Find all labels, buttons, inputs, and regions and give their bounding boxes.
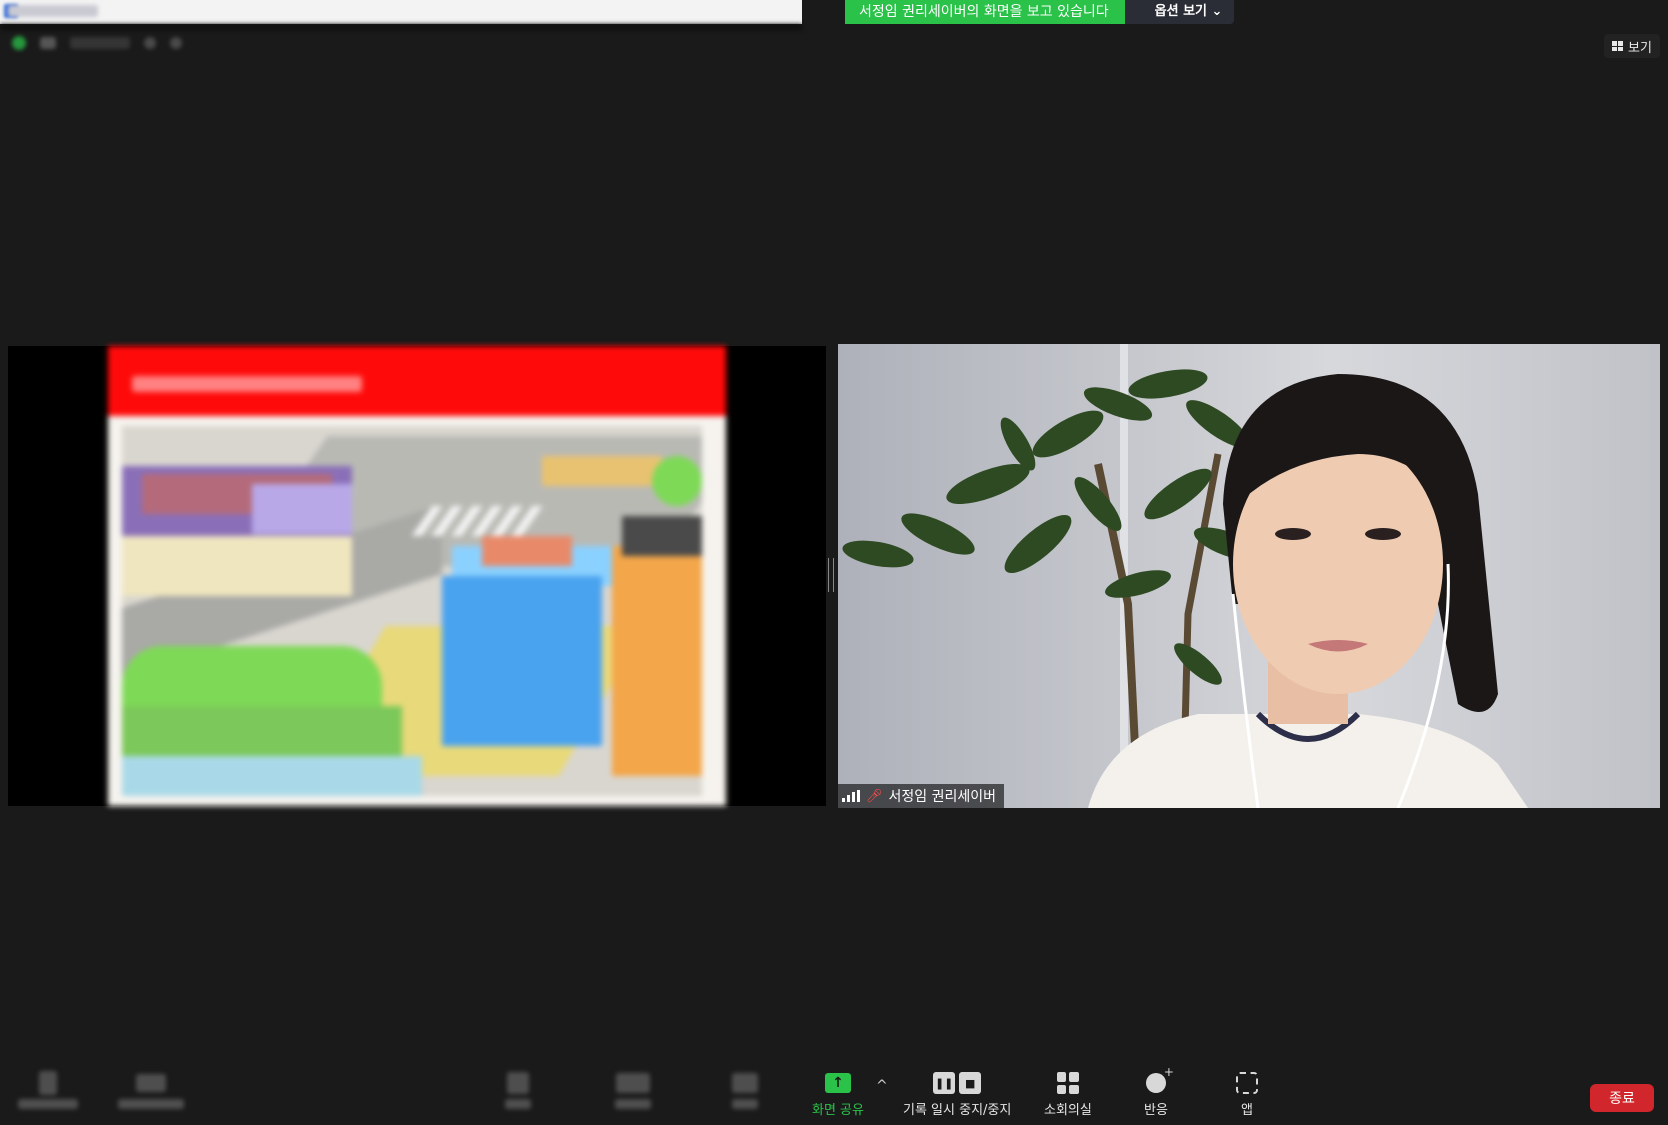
stop-recording-icon[interactable]: ■ bbox=[959, 1072, 982, 1094]
signal-bars-icon bbox=[842, 790, 860, 802]
grid-icon bbox=[1612, 41, 1624, 51]
video-scene bbox=[842, 369, 1528, 808]
slide-body bbox=[108, 416, 726, 806]
chat-button[interactable] bbox=[732, 1070, 758, 1109]
participant-name-tag: 🎤︎ 서정임 권리세이버 bbox=[838, 784, 1005, 808]
apps-button[interactable]: 앱 bbox=[1236, 1070, 1258, 1118]
split-view-handle[interactable] bbox=[828, 558, 834, 592]
breakout-rooms-icon bbox=[1056, 1072, 1079, 1094]
pause-recording-icon[interactable]: ❚❚ bbox=[933, 1072, 956, 1094]
apps-icon bbox=[1236, 1072, 1258, 1094]
presentation-slide bbox=[108, 346, 726, 806]
end-meeting-button[interactable]: 종료 bbox=[1590, 1084, 1654, 1112]
slide-title-blurred bbox=[132, 376, 362, 392]
share-screen-button[interactable]: ↑ 화면 공유 bbox=[812, 1070, 864, 1118]
share-screen-icon: ↑ bbox=[824, 1073, 851, 1093]
chevron-down-icon: ⌄ bbox=[1211, 4, 1223, 19]
share-banner-message: 서정임 권리세이버의 화면을 보고 있습니다 bbox=[845, 0, 1125, 24]
view-button-label: 보기 bbox=[1628, 40, 1652, 56]
recording-label: 기록 일시 중지/중지 bbox=[903, 1103, 1012, 1118]
share-banner: 서정임 권리세이버의 화면을 보고 있습니다 옵션 보기 ⌄ bbox=[845, 0, 1235, 24]
view-button[interactable]: 보기 bbox=[1604, 34, 1660, 58]
slide-header bbox=[108, 346, 726, 416]
control-icon bbox=[170, 37, 182, 49]
share-mini-toolbar bbox=[12, 36, 182, 50]
recording-controls[interactable]: ❚❚ ■ 기록 일시 중지/중지 bbox=[903, 1070, 1011, 1118]
window-title-blurred bbox=[8, 5, 98, 17]
window-title-strip bbox=[0, 0, 802, 24]
participant-name: 서정임 권리세이버 bbox=[888, 789, 997, 805]
security-button[interactable] bbox=[505, 1070, 531, 1109]
camera-icon bbox=[40, 37, 56, 49]
participants-button[interactable] bbox=[615, 1070, 651, 1109]
mic-muted-icon: 🎤︎ bbox=[866, 788, 883, 804]
share-options-caret-icon[interactable]: ^ bbox=[876, 1078, 888, 1094]
slide-illustration bbox=[122, 426, 702, 796]
control-icon bbox=[144, 37, 156, 49]
view-options-button[interactable]: 옵션 보기 ⌄ bbox=[1124, 0, 1235, 24]
video-button[interactable] bbox=[118, 1070, 184, 1109]
apps-label: 앱 bbox=[1241, 1103, 1253, 1118]
share-screen-label: 화면 공유 bbox=[812, 1103, 864, 1118]
reactions-label: 반응 bbox=[1144, 1103, 1168, 1118]
mute-button[interactable] bbox=[18, 1070, 78, 1109]
reaction-emoji-icon bbox=[1145, 1065, 1174, 1093]
view-options-label: 옵션 보기 bbox=[1154, 4, 1208, 19]
participant-video: 🎤︎ 서정임 권리세이버 bbox=[838, 344, 1660, 808]
breakout-rooms-button[interactable]: 소회의실 bbox=[1044, 1070, 1092, 1118]
status-dot-icon bbox=[12, 36, 26, 50]
breakout-rooms-label: 소회의실 bbox=[1044, 1103, 1092, 1118]
reactions-button[interactable]: 반응 bbox=[1144, 1065, 1174, 1118]
shared-screen bbox=[8, 346, 826, 806]
title-divider bbox=[0, 24, 802, 30]
blurred-text bbox=[70, 37, 130, 49]
